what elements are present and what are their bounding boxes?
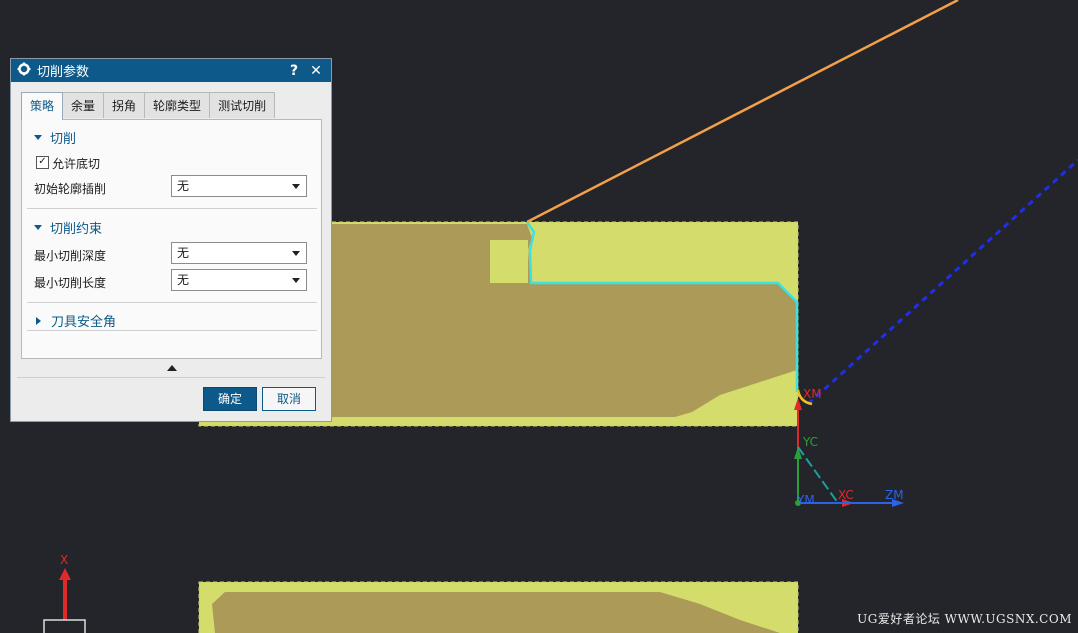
tab-panel: 切削 ✓ 允许底切 初始轮廓插削 无 切削约束 最小切削深度 无 最小切削长度 … [21,119,322,359]
expand-down-icon [34,135,42,140]
section-divider [27,302,317,303]
tab-test-cut[interactable]: 测试切削 [209,92,276,118]
initial-profile-insert-value: 无 [177,179,190,193]
min-cut-depth-value: 无 [177,246,190,260]
initial-profile-insert-select[interactable]: 无 [171,175,307,197]
ym-label: YM [796,493,815,507]
section-cut-title: 切削 [50,132,77,147]
pocket-stock [490,240,528,283]
chevron-down-icon [292,251,300,256]
close-button[interactable]: ✕ [307,63,325,79]
section-safety-angle-title: 刀具安全角 [51,315,117,330]
section-divider [27,208,317,209]
wcs-box [43,619,86,633]
help-button[interactable]: ? [285,63,303,79]
xm-label: XM [803,387,822,401]
gear-icon [17,62,31,80]
ok-button[interactable]: 确定 [203,387,257,411]
xc-label: XC [838,488,854,502]
section-cut-header[interactable]: 切削 [34,128,76,147]
min-cut-length-select[interactable]: 无 [171,269,307,291]
initial-profile-insert-label: 初始轮廓插削 [34,182,107,196]
min-cut-length-label: 最小切削长度 [34,276,107,290]
section-divider [27,330,317,331]
tab-strategy[interactable]: 策略 [21,92,64,120]
yc-label: YC [802,435,818,449]
expand-down-icon [34,225,42,230]
dialog-title: 切削参数 [37,65,90,80]
min-cut-depth-select[interactable]: 无 [171,242,307,264]
tab-stock[interactable]: 余量 [62,92,105,118]
expand-right-icon [36,316,41,325]
retract-path [806,158,1078,406]
allow-undercut-checkbox[interactable]: ✓ [36,156,49,169]
cut-parameters-dialog: 切削参数 ? ✕ 策略 余量 拐角 轮廓类型 测试切削 切削 ✓ 允许底切 初始… [10,58,332,422]
dialog-titlebar[interactable]: 切削参数 ? ✕ [11,59,331,82]
allow-undercut-label: 允许底切 [52,157,101,171]
approach-path [526,0,959,224]
ym-arrow [794,447,802,459]
chevron-down-icon [292,278,300,283]
dialog-footer-divider [17,377,325,378]
watermark: UG爱好者论坛 WWW.UGSNX.COM [857,612,1072,626]
dialog-tabs: 策略 余量 拐角 轮廓类型 测试切削 [21,92,276,120]
collapse-up-icon[interactable] [167,365,177,371]
wcs-x-label: X [60,553,68,567]
tab-profile-type[interactable]: 轮廓类型 [144,92,211,118]
tab-corners[interactable]: 拐角 [103,92,146,118]
section-safety-angle-header[interactable]: 刀具安全角 [34,311,116,330]
min-cut-length-value: 无 [177,273,190,287]
cancel-button[interactable]: 取消 [262,387,316,411]
section-constraints-title: 切削约束 [50,222,103,237]
zm-label: ZM [885,488,904,502]
min-cut-depth-label: 最小切削深度 [34,249,107,263]
wcs-x-arrow [59,568,71,580]
section-constraints-header[interactable]: 切削约束 [34,218,102,237]
chevron-down-icon [292,184,300,189]
